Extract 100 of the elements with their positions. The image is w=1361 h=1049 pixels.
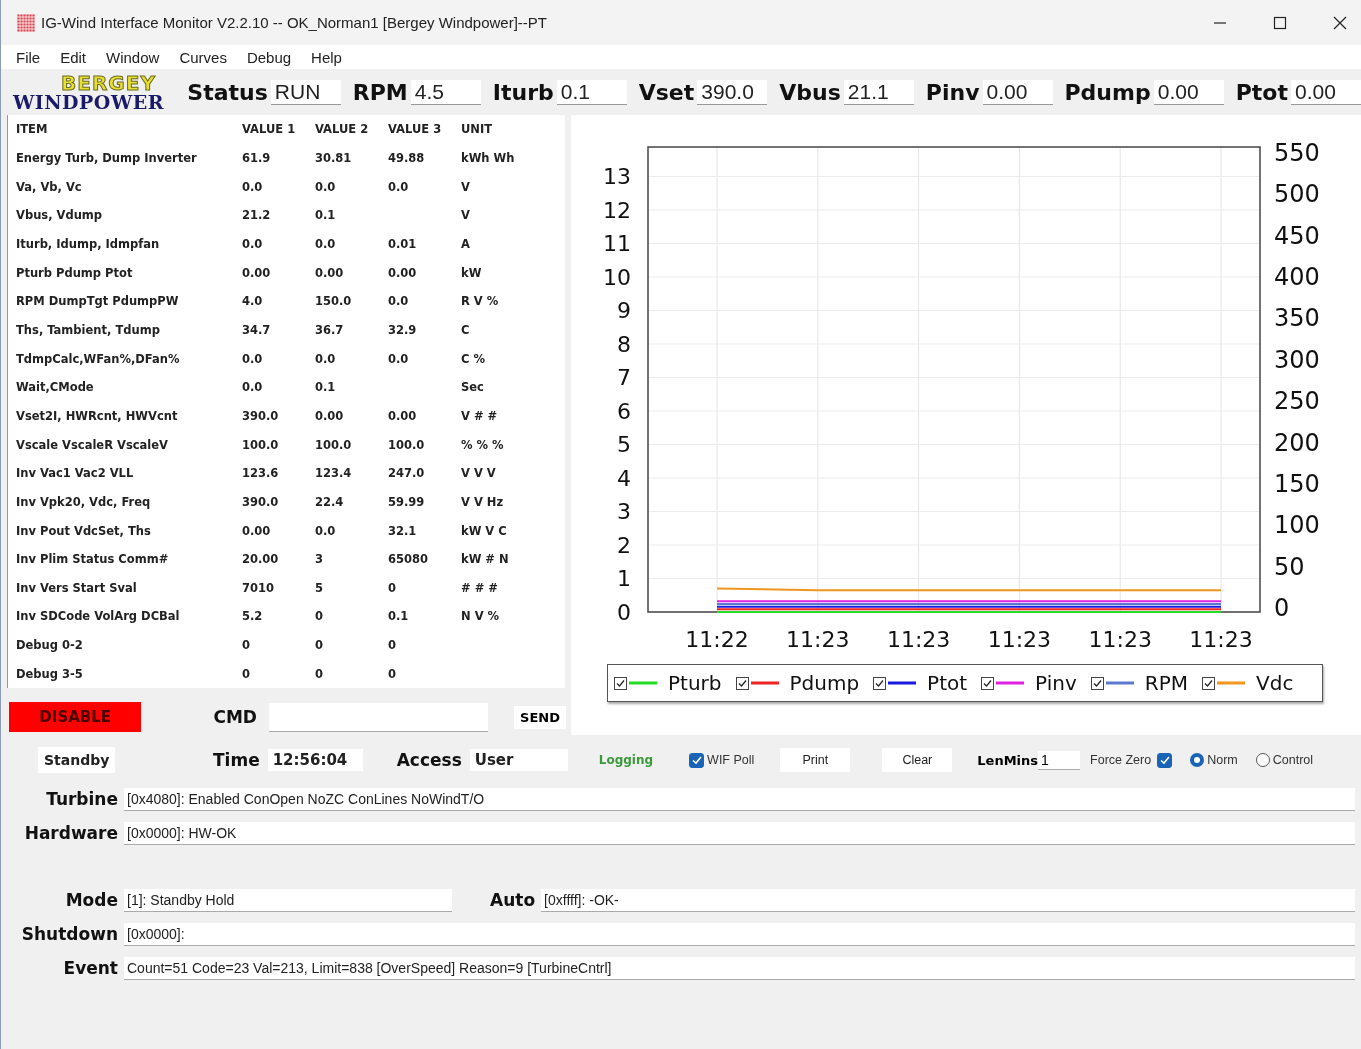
column-header: ITEM [15,122,49,137]
table-cell-text: 0.0 [314,179,337,194]
axis-label: 500 [1274,180,1320,209]
time-field: 12:56:04 [267,749,363,771]
checkbox[interactable] [614,676,627,690]
table-cell-text: V [460,179,471,194]
legend-label: Vdc [1256,671,1294,695]
status-field: [1]: Standby Hold [124,888,452,912]
table-cell-text: 0.00 [314,265,345,280]
table-cell-text: 0 [387,666,397,681]
table-cell-text: Pturb Pdump Ptot [15,265,134,280]
legend-label: Pdump [789,671,860,695]
table-cell-text: 5 [314,580,324,595]
table-cell-text: 100.0 [314,437,353,452]
disable-button[interactable]: DISABLE [9,702,142,732]
checkbox[interactable] [1202,676,1215,690]
checkbox[interactable] [735,676,749,690]
table-cell-text: kW # N [460,552,510,567]
checkbox[interactable] [689,752,705,768]
send-button[interactable]: SEND [514,705,566,729]
readout-label: RPM [352,79,408,105]
legend-label: Pinv [1035,671,1077,695]
checkbox[interactable] [873,676,887,690]
table-cell-text: 390.0 [241,494,280,509]
table-cell-text: R V % [460,294,500,309]
status-label: Turbine [45,789,118,809]
checkbox[interactable] [1157,752,1173,768]
table-cell-text: 390.0 [241,408,280,423]
axis-label: 100 [1274,511,1320,540]
legend-swatch-icon [996,681,1025,685]
table-cell-text: 0 [241,666,251,681]
table-cell-text: 7010 [241,580,275,595]
checkbox-label: Force Zero [1090,753,1152,767]
logging-label: Logging [598,753,654,767]
close-icon[interactable] [1333,15,1347,30]
readout-field: 0.00 [982,79,1053,105]
checkbox[interactable] [981,676,995,690]
menu-item[interactable]: Help [311,48,342,66]
table-cell-text: 5.2 [241,609,264,624]
readout-label: Ptot [1235,79,1288,105]
table-cell-text: % % % [460,437,505,452]
table-cell-text: kW V C [460,523,508,538]
table-cell-text: Vscale VscaleR VscaleV [15,437,169,452]
cmd-field[interactable] [268,702,489,732]
print-button[interactable]: Print [780,748,851,772]
readout-label: Vset [638,79,695,105]
clear-button[interactable]: Clear [882,748,953,772]
menu-item[interactable]: Debug [246,48,292,66]
axis-label: 13 [603,164,631,190]
table-cell-text: 0.0 [387,351,410,366]
axis-label: 150 [1274,469,1320,498]
table-cell-text: V V Hz [460,494,505,509]
table-cell-text: 100.0 [241,437,280,452]
table-cell-text: 0 [314,666,324,681]
time-label: Time [213,750,260,770]
axis-label: 0 [1274,594,1290,622]
axis-label: 550 [1274,139,1320,167]
table-cell-text: Vset2I, HWRcnt, HWVcnt [15,408,179,423]
table-cell-text: 22.4 [314,494,345,509]
table-cell-text: 0.00 [387,265,418,280]
menu-item[interactable]: Window [106,48,160,66]
cmd-label: CMD [213,707,257,727]
axis-label: 11:23 [1189,627,1253,652]
axis-label: 10 [603,265,631,290]
legend-label: Pturb [668,671,722,695]
column-header: VALUE 3 [387,122,443,137]
status-field: [0x0000]: [124,922,1355,946]
readout-field: RUN [270,79,341,105]
axis-label: 11:23 [1088,627,1152,652]
standby-button[interactable]: Standby [38,747,115,773]
readout-label: Status [187,79,268,105]
table-cell-text: 61.9 [241,151,272,165]
menu-item[interactable]: File [16,48,41,66]
table-cell-text: TdmpCalc,WFan%,DFan% [15,351,181,366]
status-label: Auto [490,890,536,910]
axis-label: 3 [617,499,631,525]
table-cell-text: 0.00 [241,265,272,280]
readout-field: 4.5 [410,79,481,105]
checkbox[interactable] [1090,676,1104,690]
axis-label: 11:23 [987,627,1052,652]
radio-button[interactable] [1255,753,1270,767]
readout-field: 21.1 [843,79,914,105]
table-cell-text: 0 [241,638,251,653]
table-cell-text: V V V [460,466,497,481]
menu-item[interactable]: Edit [60,48,87,66]
table-cell-text: 0.0 [387,179,410,194]
radio-button[interactable] [1190,753,1205,767]
table-cell-text: 0.1 [387,609,410,624]
axis-label: 2 [617,533,631,558]
table-cell-text: 0.1 [314,380,337,395]
radio-label: Norm [1207,753,1238,767]
status-field: [0x0000]: HW-OK [124,821,1355,845]
legend-swatch-icon [888,681,917,685]
table-cell-text: 36.7 [314,322,345,337]
table-cell-text: 34.7 [241,322,272,337]
table-cell-text: 100.0 [387,437,426,452]
lenmins-field[interactable]: 1 [1038,750,1081,770]
readout-label: Pinv [925,79,980,105]
maximize-icon[interactable] [1273,15,1287,30]
menu-item[interactable]: Curves [179,48,227,66]
